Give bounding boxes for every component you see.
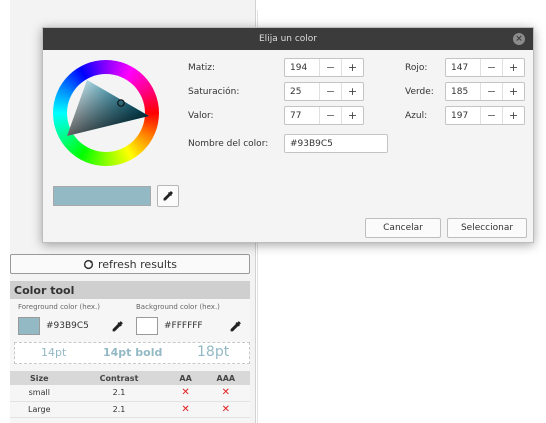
green-spinbox[interactable]: 185 − +: [445, 82, 525, 101]
table-header: Contrast: [68, 371, 170, 385]
blue-increment-button[interactable]: +: [502, 107, 524, 124]
value-label: Valor:: [188, 111, 214, 121]
blue-label: Azul:: [405, 111, 428, 121]
red-increment-button[interactable]: +: [502, 59, 524, 76]
green-increment-button[interactable]: +: [502, 83, 524, 100]
hue-increment-button[interactable]: +: [341, 59, 363, 76]
fail-icon: ✕: [221, 387, 231, 399]
saturation-value[interactable]: 25: [290, 87, 301, 97]
screen: refresh results Color tool Foreground co…: [0, 0, 546, 423]
hue-label: Matiz:: [188, 63, 216, 73]
close-icon[interactable]: ×: [513, 33, 525, 45]
blue-value[interactable]: 197: [451, 111, 468, 121]
table-header: Size: [10, 371, 69, 385]
refresh-label: refresh results: [97, 257, 178, 271]
green-decrement-button[interactable]: −: [480, 83, 502, 100]
blue-spinbox[interactable]: 197 − +: [445, 106, 525, 125]
contrast-preview: 14pt 14pt bold 18pt: [14, 342, 250, 364]
contrast-cell: 2.1: [68, 401, 170, 418]
blue-decrement-button[interactable]: −: [480, 107, 502, 124]
dialog-titlebar[interactable]: Elija un color ×: [43, 28, 533, 50]
table-header: AA: [169, 371, 202, 385]
saturation-label: Saturación:: [188, 87, 240, 97]
hue-value[interactable]: 194: [290, 63, 307, 73]
hue-spinbox[interactable]: 194 − +: [284, 58, 364, 77]
color-wheel[interactable]: [53, 60, 159, 166]
cancel-button[interactable]: Cancelar: [365, 218, 441, 238]
value-value[interactable]: 77: [290, 111, 301, 121]
preview-18pt: 18pt: [197, 344, 230, 360]
fail-icon: ✕: [221, 403, 231, 415]
contrast-cell: 2.1: [68, 385, 170, 402]
value-decrement-button[interactable]: −: [319, 107, 341, 124]
red-spinbox[interactable]: 147 − +: [445, 58, 525, 77]
foreground-hex[interactable]: #93B9C5: [46, 321, 89, 331]
saturation-value-triangle[interactable]: [53, 60, 159, 166]
eyedropper-icon: [163, 191, 173, 201]
table-row: Large 2.1 ✕ ✕: [10, 401, 250, 418]
saturation-spinbox[interactable]: 25 − +: [284, 82, 364, 101]
table-header: AAA: [201, 371, 250, 385]
refresh-results-button[interactable]: refresh results: [10, 254, 250, 274]
color-tool-panel: Color tool Foreground color (hex.) Backg…: [10, 281, 250, 423]
color-name-label: Nombre del color:: [188, 139, 269, 149]
foreground-label: Foreground color (hex.): [18, 303, 100, 311]
red-value[interactable]: 147: [451, 63, 468, 73]
preview-14pt: 14pt: [41, 346, 67, 359]
current-color-swatch: [53, 186, 151, 206]
color-chooser-dialog: Elija un color × Matiz: 194 − + Saturaci…: [42, 27, 534, 243]
red-label: Rojo:: [405, 63, 428, 73]
saturation-increment-button[interactable]: +: [341, 83, 363, 100]
green-label: Verde:: [405, 87, 434, 97]
background-eyedropper-icon[interactable]: [226, 317, 244, 335]
eyedropper-button[interactable]: [157, 185, 179, 207]
table-row: small 2.1 ✕ ✕: [10, 385, 250, 402]
fail-icon: ✕: [181, 387, 190, 399]
fail-icon: ✕: [181, 403, 190, 415]
size-cell: Large: [10, 401, 69, 418]
red-decrement-button[interactable]: −: [480, 59, 502, 76]
green-value[interactable]: 185: [451, 87, 468, 97]
value-spinbox[interactable]: 77 − +: [284, 106, 364, 125]
select-button[interactable]: Seleccionar: [447, 218, 527, 238]
size-cell: small: [10, 385, 69, 402]
value-increment-button[interactable]: +: [341, 107, 363, 124]
preview-14pt-bold: 14pt bold: [103, 346, 163, 359]
refresh-icon: [83, 259, 94, 269]
background-swatch[interactable]: [136, 317, 158, 335]
foreground-swatch[interactable]: [18, 317, 40, 335]
saturation-decrement-button[interactable]: −: [319, 83, 341, 100]
background-label: Background color (hex.): [136, 303, 220, 311]
color-name-input[interactable]: #93B9C5: [284, 134, 388, 153]
color-tool-title: Color tool: [10, 281, 250, 299]
foreground-eyedropper-icon[interactable]: [108, 317, 126, 335]
contrast-table: Size Contrast AA AAA small 2.1 ✕ ✕ Large…: [10, 371, 250, 418]
dialog-title: Elija un color: [259, 34, 317, 44]
background-hex[interactable]: #FFFFFF: [164, 321, 203, 331]
hue-decrement-button[interactable]: −: [319, 59, 341, 76]
